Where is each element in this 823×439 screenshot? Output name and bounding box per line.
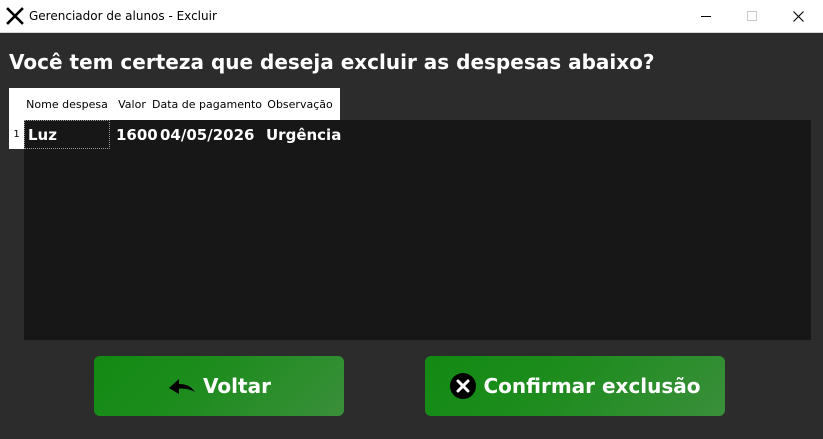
column-header-data-pagamento[interactable]: Data de pagamento: [152, 88, 262, 120]
table-corner[interactable]: [9, 88, 24, 120]
close-circle-icon: [449, 372, 477, 400]
confirmation-heading: Você tem certeza que deseja excluir as d…: [9, 50, 655, 74]
expenses-table[interactable]: Nome despesa Valor Data de pagamento Obs…: [9, 88, 811, 340]
column-header-valor[interactable]: Valor: [110, 88, 154, 120]
cell-nome-despesa[interactable]: Luz: [24, 120, 110, 149]
row-header[interactable]: 1: [9, 120, 24, 149]
confirm-delete-label: Confirmar exclusão: [483, 374, 701, 398]
app-x-icon: [6, 7, 24, 25]
maximize-icon: [747, 11, 757, 21]
column-header-observacao[interactable]: Observação: [260, 88, 340, 120]
close-icon: [792, 10, 804, 22]
close-button[interactable]: [775, 0, 821, 32]
table-body: [24, 120, 811, 340]
minimize-button[interactable]: [683, 0, 729, 32]
column-header-nome-despesa[interactable]: Nome despesa: [24, 88, 110, 120]
minimize-icon: [701, 16, 711, 17]
window-title: Gerenciador de alunos - Excluir: [29, 9, 217, 23]
back-button[interactable]: Voltar: [94, 356, 344, 416]
back-arrow-icon: [167, 374, 197, 398]
cell-data-pagamento[interactable]: 04/05/2026: [154, 120, 260, 149]
confirm-delete-button[interactable]: Confirmar exclusão: [425, 356, 725, 416]
maximize-button[interactable]: [729, 0, 775, 32]
table-header-row: Nome despesa Valor Data de pagamento Obs…: [24, 88, 340, 120]
back-button-label: Voltar: [203, 374, 271, 398]
cell-valor[interactable]: 1600: [110, 120, 158, 149]
cell-observacao[interactable]: Urgência: [260, 120, 341, 149]
title-bar: Gerenciador de alunos - Excluir: [0, 0, 823, 33]
table-row[interactable]: Luz 1600 04/05/2026 Urgência: [24, 120, 341, 149]
